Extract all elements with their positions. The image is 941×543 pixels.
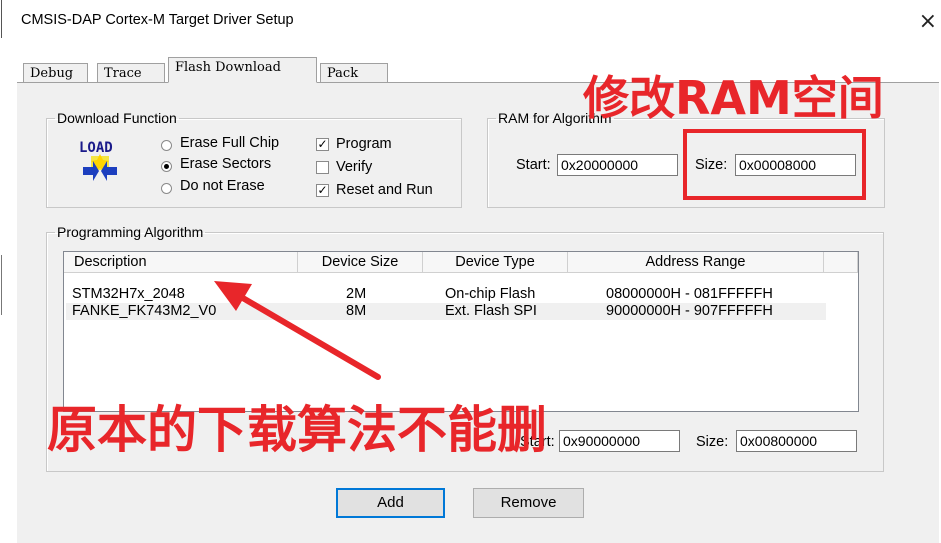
annotation-cannot-delete: 原本的下载算法不能删 bbox=[47, 401, 547, 459]
tab-flash-download[interactable]: Flash Download bbox=[168, 57, 317, 83]
